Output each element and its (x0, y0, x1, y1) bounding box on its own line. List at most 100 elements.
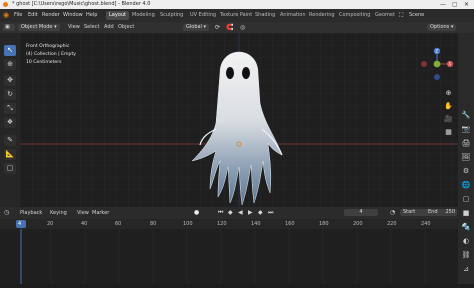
navigation-gizmo[interactable]: Z X (420, 47, 454, 81)
menu-help[interactable]: Help (86, 9, 97, 22)
prev-keyframe-icon[interactable]: ◆ (228, 207, 233, 219)
ruler-tick: 40 (81, 221, 88, 227)
collection-properties-icon[interactable]: ▢ (461, 195, 471, 204)
constraints-properties-icon[interactable]: ⛓ (461, 251, 471, 260)
ruler-tick: 180 (319, 221, 329, 227)
maximize-button[interactable]: ▢ (452, 0, 458, 9)
ruler-tick: 4 (18, 221, 22, 227)
editor-type-icon[interactable]: ▣ (3, 24, 15, 31)
viewport-info: Front Orthographic (4) Collection | Empt… (26, 43, 76, 67)
timeline-body[interactable] (0, 229, 458, 284)
add-cube-tool-icon[interactable]: ▢ (4, 163, 16, 174)
perspective-grid-icon[interactable]: ▦ (443, 126, 454, 139)
scene-properties-icon[interactable]: ⚙ (461, 167, 471, 176)
physics-properties-icon[interactable]: ◐ (461, 237, 471, 246)
timeline-editor-icon[interactable]: ◷ (4, 207, 9, 219)
jump-end-icon[interactable]: ⏭ (268, 207, 273, 219)
scene-name[interactable]: Scene (409, 9, 424, 22)
grid-scale: 10 Centimeters (26, 60, 62, 65)
blender-logo-icon (3, 2, 8, 7)
menu-view[interactable]: View (68, 22, 80, 33)
gizmo-x-label: X (448, 62, 451, 67)
transform-tool-icon[interactable]: ❖ (4, 117, 16, 128)
blender-menu-icon[interactable]: ◉ (3, 9, 9, 22)
world-properties-icon[interactable]: 🌐 (461, 181, 471, 190)
end-label: End (428, 209, 438, 215)
proportional-edit-icon[interactable]: ◎ (240, 22, 245, 33)
tab-compositing[interactable]: Compositing (336, 11, 373, 20)
mode-dropdown[interactable]: Object Mode ▾ (18, 24, 60, 31)
data-properties-icon[interactable]: ⊿ (461, 265, 471, 274)
tab-uv-editing[interactable]: UV Editing (187, 11, 219, 20)
timeline-ruler[interactable]: 4 20 40 60 80 100 120 140 160 180 200 22… (0, 219, 458, 229)
menu-marker[interactable]: Marker (92, 207, 109, 219)
output-properties-icon[interactable]: 🖨 (461, 139, 471, 148)
menu-add[interactable]: Add (104, 22, 114, 33)
minimize-button[interactable]: — (440, 0, 446, 9)
play-icon[interactable]: ▶ (248, 207, 253, 219)
menu-select[interactable]: Select (84, 22, 99, 33)
next-keyframe-icon[interactable]: ◆ (258, 207, 263, 219)
3d-viewport[interactable]: Front Orthographic (4) Collection | Empt… (20, 33, 458, 207)
options-dropdown[interactable]: Options ▾ (427, 24, 457, 31)
jump-start-icon[interactable]: ⏮ (218, 207, 223, 219)
menu-bar: ◉ File Edit Render Window Help Layout Mo… (0, 9, 474, 22)
view-layer-properties-icon[interactable]: 🖼 (461, 153, 471, 162)
tool-properties-icon[interactable]: 🔧 (461, 111, 471, 120)
gizmo-z-label: Z (435, 49, 438, 54)
menu-window[interactable]: Window (63, 9, 83, 22)
select-box-tool-icon[interactable]: ↖ (4, 45, 16, 56)
gizmo-y-axis[interactable] (433, 60, 441, 68)
ruler-tick: 200 (353, 221, 363, 227)
close-button[interactable]: ✕ (464, 0, 469, 9)
viewport-canvas[interactable] (20, 33, 458, 207)
tab-animation[interactable]: Animation (277, 11, 309, 20)
menu-render[interactable]: Render (42, 9, 60, 22)
measure-tool-icon[interactable]: 📐 (4, 149, 16, 160)
tab-sculpting[interactable]: Sculpting (157, 11, 186, 20)
menu-file[interactable]: File (14, 9, 22, 22)
record-icon[interactable]: ● (194, 207, 199, 219)
scale-tool-icon[interactable]: ⤡ (4, 103, 16, 114)
pan-hand-icon[interactable]: ✋ (443, 100, 454, 113)
menu-timeline-view[interactable]: View (77, 207, 89, 219)
tab-modeling[interactable]: Modeling (129, 11, 158, 20)
annotate-tool-icon[interactable]: ✎ (4, 135, 16, 146)
object-properties-icon[interactable]: ■ (461, 209, 471, 218)
zoom-icon[interactable]: ⊕ (443, 87, 454, 100)
end-value: 250 (445, 209, 455, 215)
tab-texture-paint[interactable]: Texture Paint (217, 11, 255, 20)
timeline-grid (0, 229, 458, 284)
camera-view-icon[interactable]: 🎥 (443, 113, 454, 126)
ghost-right-eye (242, 67, 250, 79)
tab-shading[interactable]: Shading (252, 11, 278, 20)
gizmo-neg-x-axis[interactable] (421, 61, 427, 67)
ghost-left-eye (226, 67, 234, 79)
ruler-tick: 120 (217, 221, 227, 227)
modifier-properties-icon[interactable]: 🔩 (461, 223, 471, 232)
current-frame-field[interactable]: 4 (344, 209, 378, 216)
transform-orientation-dropdown[interactable]: Global ▾ (183, 24, 210, 31)
ruler-tick: 80 (150, 221, 157, 227)
menu-object[interactable]: Object (118, 22, 134, 33)
menu-keying[interactable]: Keying (50, 207, 67, 219)
transform-orientation-label: Global (186, 24, 202, 30)
timeline-header: ◷ Playback Keying View Marker ● ⏮ ◆ ◀ ▶ … (0, 207, 458, 219)
menu-edit[interactable]: Edit (28, 9, 38, 22)
render-properties-icon[interactable]: 📷 (461, 125, 471, 134)
tab-rendering[interactable]: Rendering (306, 11, 338, 20)
tab-layout[interactable]: Layout (106, 11, 129, 20)
move-tool-icon[interactable]: ✥ (4, 75, 16, 86)
pivot-icon[interactable]: ⟳ (215, 22, 220, 33)
properties-tabs: 🔧 📷 🖨 🖼 ⚙ 🌐 ▢ ■ 🔩 ◐ ⛓ ⊿ (458, 33, 474, 284)
options-label: Options (430, 24, 450, 30)
end-frame-field[interactable]: End 250 (425, 209, 457, 216)
view-name: Front Orthographic (26, 44, 70, 49)
cursor-tool-icon[interactable]: ⊕ (4, 59, 16, 70)
menu-playback[interactable]: Playback (20, 207, 42, 219)
tab-geometry[interactable]: Geomet (372, 11, 398, 20)
snap-icon[interactable]: 🧲 (226, 22, 233, 33)
rotate-tool-icon[interactable]: ↻ (4, 89, 16, 100)
play-reverse-icon[interactable]: ◀ (238, 207, 243, 219)
gizmo-neg-z-axis[interactable] (434, 74, 440, 80)
